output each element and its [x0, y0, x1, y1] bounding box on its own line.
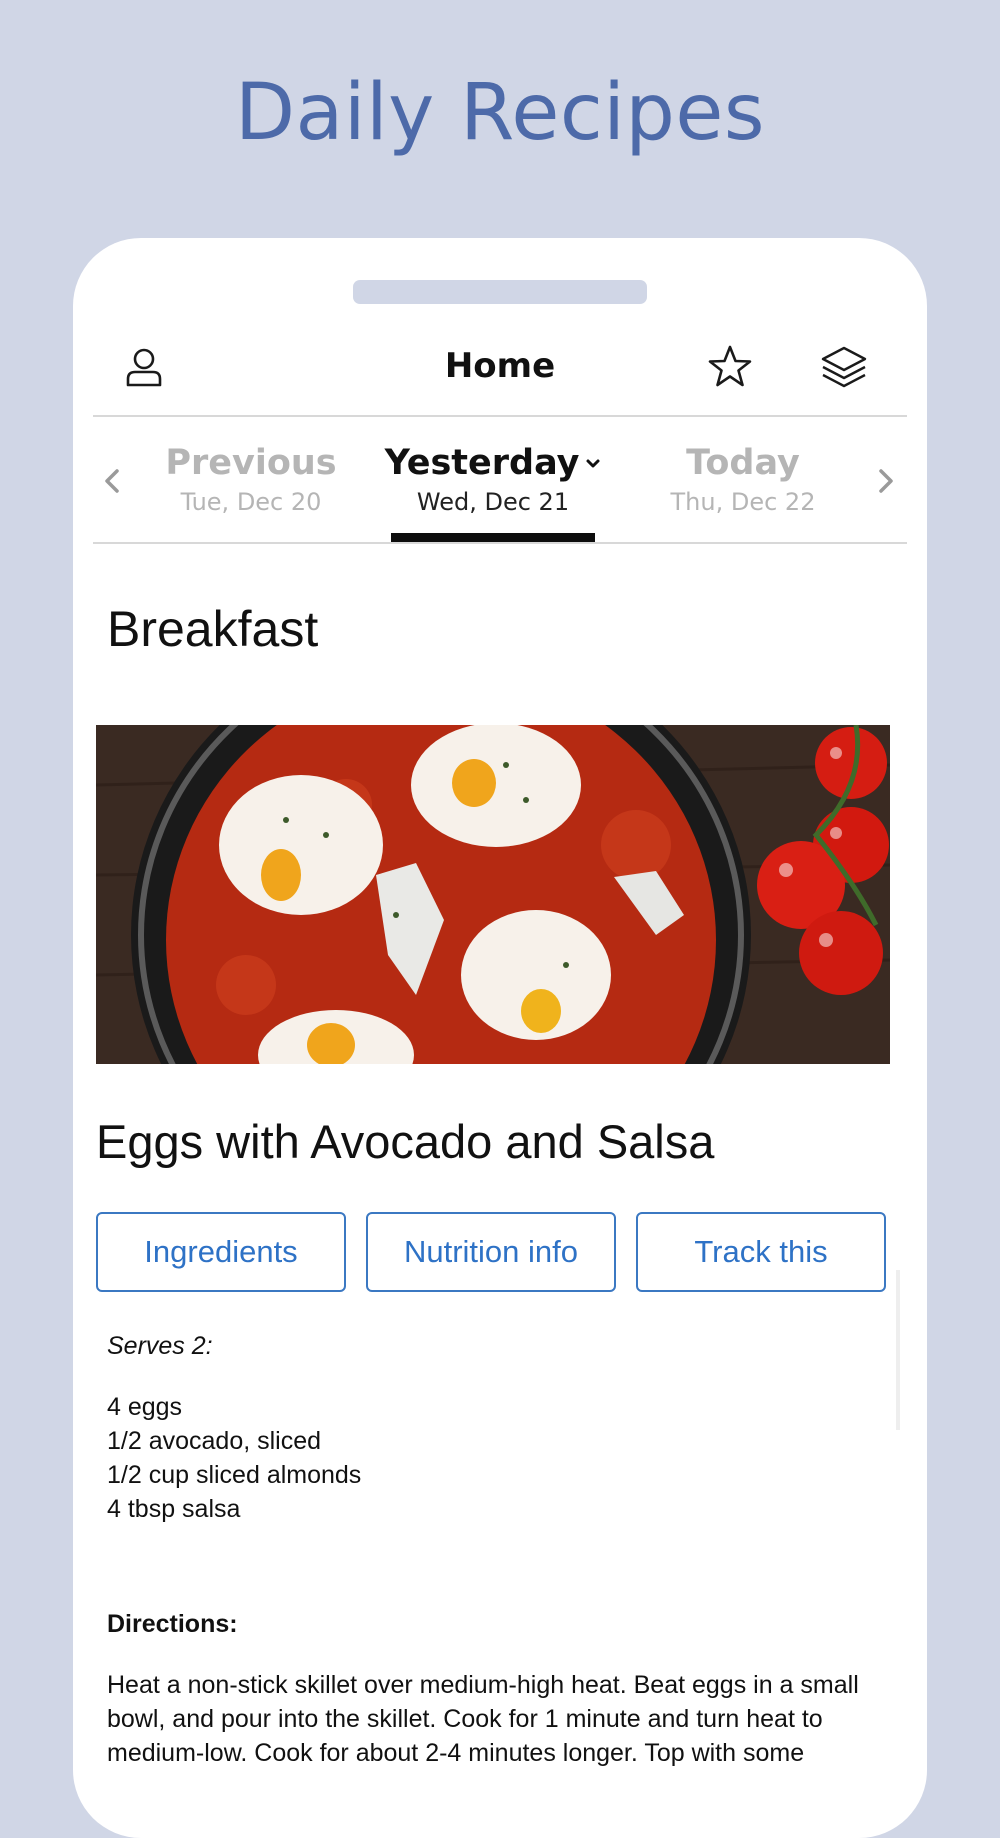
day-tab-label: Yesterday — [384, 443, 580, 483]
list-item: 1/2 cup sliced almonds — [107, 1461, 362, 1489]
day-tab-date: Thu, Dec 22 — [670, 488, 816, 516]
recipe-title: Eggs with Avocado and Salsa — [96, 1115, 715, 1168]
page-title: Home — [444, 346, 556, 386]
nutrition-info-button[interactable]: Nutrition info — [366, 1212, 616, 1292]
promo-title: Daily Recipes — [234, 68, 766, 158]
ingredient-list: 4 eggs 1/2 avocado, sliced 1/2 cup slice… — [107, 1390, 361, 1526]
meal-section-title: Breakfast — [107, 601, 319, 657]
recipe-photo[interactable] — [96, 725, 890, 1064]
day-tab-label: Previous — [165, 443, 337, 483]
list-item: 4 tbsp salsa — [107, 1495, 241, 1523]
phone-notch — [353, 280, 647, 304]
list-item: 4 eggs — [107, 1393, 183, 1421]
top-nav-bar: Home — [93, 318, 907, 417]
directions-heading: Directions: — [107, 1610, 238, 1638]
chevron-right-icon[interactable] — [871, 461, 901, 501]
day-tab-yesterday[interactable]: Yesterday Wed, Dec 21 — [383, 441, 603, 519]
scrollbar[interactable] — [896, 1270, 900, 1430]
layers-icon[interactable] — [819, 342, 869, 392]
servings-text: Serves 2: — [107, 1332, 213, 1360]
chevron-down-icon — [586, 459, 600, 468]
track-this-button[interactable]: Track this — [636, 1212, 886, 1292]
person-icon[interactable] — [119, 342, 169, 392]
day-tab-previous[interactable]: Previous Tue, Dec 20 — [141, 441, 361, 519]
day-tab-date: Tue, Dec 20 — [180, 488, 322, 516]
phone-frame: Home Previous Tue, Dec 20 Yesterday Wed,… — [73, 238, 927, 1838]
day-tab-date: Wed, Dec 21 — [416, 488, 570, 516]
star-icon[interactable] — [705, 342, 755, 392]
directions-text: Heat a non-stick skillet over medium-hig… — [107, 1671, 859, 1767]
day-selector: Previous Tue, Dec 20 Yesterday Wed, Dec … — [93, 417, 907, 544]
list-item: 1/2 avocado, sliced — [107, 1427, 322, 1455]
chevron-left-icon[interactable] — [97, 461, 127, 501]
ingredients-button[interactable]: Ingredients — [96, 1212, 346, 1292]
day-tab-today[interactable]: Today Thu, Dec 22 — [633, 441, 853, 519]
active-tab-indicator — [391, 533, 595, 542]
day-tab-label: Today — [686, 443, 800, 483]
